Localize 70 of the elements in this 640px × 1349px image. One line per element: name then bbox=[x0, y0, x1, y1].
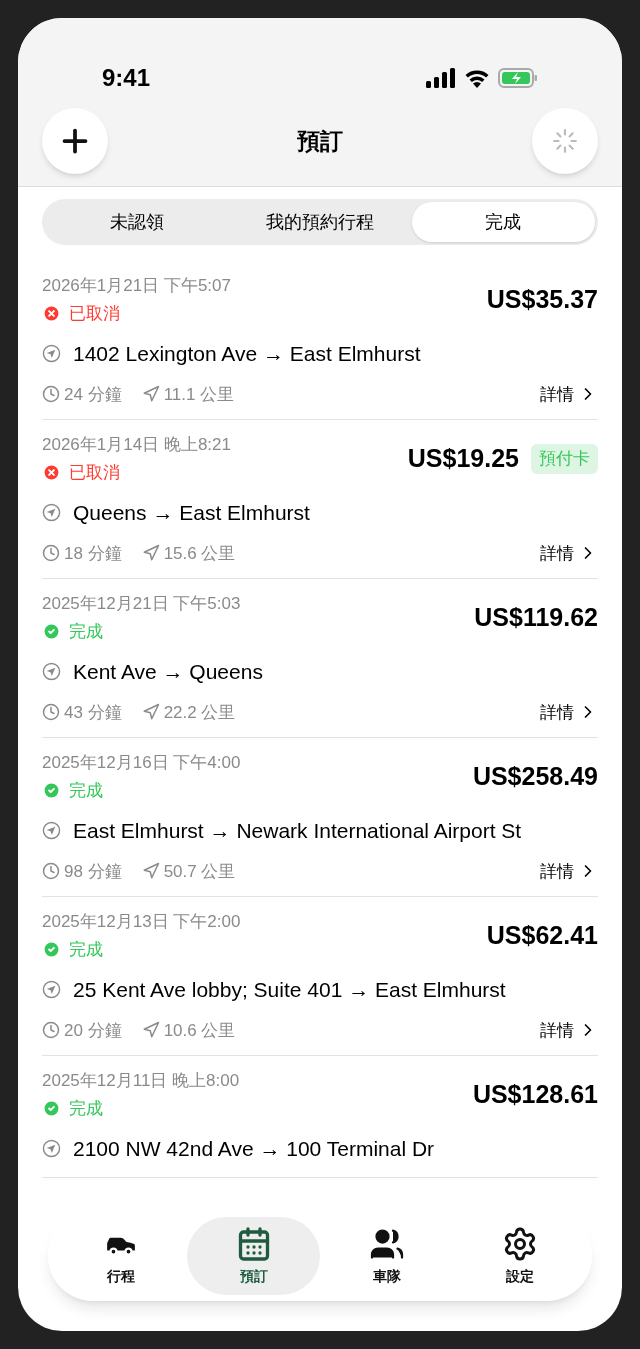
navigation-icon bbox=[42, 344, 61, 364]
details-link[interactable]: 詳情 bbox=[540, 699, 598, 725]
trip-duration: 43 分鐘 bbox=[64, 701, 122, 724]
navigation-icon bbox=[42, 662, 61, 682]
booking-price: US$19.25 bbox=[407, 443, 519, 474]
details-link[interactable]: 詳情 bbox=[540, 540, 598, 566]
add-button[interactable] bbox=[42, 108, 108, 174]
trip-duration: 18 分鐘 bbox=[64, 542, 122, 565]
booking-price: US$258.49 bbox=[472, 761, 598, 792]
wifi-icon bbox=[464, 68, 490, 88]
booking-price: US$128.61 bbox=[472, 1079, 598, 1110]
page-title: 預訂 bbox=[297, 126, 343, 156]
trip-duration: 98 分鐘 bbox=[64, 860, 122, 883]
status-label: 完成 bbox=[69, 620, 103, 643]
trip-duration: 24 分鐘 bbox=[64, 383, 122, 406]
booking-route: 25 Kent Ave lobby; Suite 401 → East Elmhurst bbox=[73, 977, 506, 1003]
navigation-icon bbox=[42, 1139, 61, 1159]
booking-route: Kent Ave → Queens bbox=[73, 659, 263, 685]
tab-bar-item[interactable]: 車隊 bbox=[320, 1217, 453, 1295]
prepaid-tag: 預付卡 bbox=[531, 444, 598, 474]
segment-tab[interactable]: 我的預約行程 bbox=[228, 202, 412, 242]
booking-price: US$119.62 bbox=[474, 602, 598, 633]
booking-datetime: 2026年1月21日 下午5:07 bbox=[42, 275, 231, 297]
trip-distance: 50.7 公里 bbox=[163, 860, 236, 883]
trip-distance: 15.6 公里 bbox=[163, 542, 236, 565]
arrow-icon bbox=[141, 862, 160, 881]
status-label: 已取消 bbox=[69, 302, 120, 325]
navigation-icon bbox=[42, 980, 61, 1000]
booking-price: US$35.37 bbox=[486, 284, 598, 315]
booking-route: 1402 Lexington Ave → East Elmhurst bbox=[73, 341, 421, 367]
booking-datetime: 2025年12月21日 下午5:03 bbox=[42, 593, 241, 615]
booking-route: 2100 NW 42nd Ave → 100 Terminal Dr bbox=[73, 1136, 435, 1162]
booking-datetime: 2026年1月14日 晚上8:21 bbox=[42, 434, 231, 456]
arrow-icon bbox=[141, 703, 160, 722]
signal-icon bbox=[426, 68, 456, 88]
booking-datetime: 2025年12月16日 下午4:00 bbox=[42, 752, 241, 774]
booking-datetime: 2025年12月11日 晚上8:00 bbox=[42, 1070, 240, 1092]
arrow-icon bbox=[141, 385, 160, 404]
tab-bar-item[interactable]: 設定 bbox=[453, 1217, 586, 1295]
segment-tab[interactable]: 完成 bbox=[411, 202, 595, 242]
details-link[interactable]: 詳情 bbox=[540, 1017, 598, 1043]
booking-route: Queens → East Elmhurst bbox=[73, 500, 310, 526]
status-time: 9:41 bbox=[102, 63, 151, 93]
details-link[interactable]: 詳情 bbox=[540, 381, 598, 407]
clock-icon bbox=[42, 1021, 60, 1040]
navigation-icon bbox=[42, 503, 61, 523]
booking-price: US$62.41 bbox=[486, 920, 598, 951]
clock-icon bbox=[42, 385, 60, 404]
trip-distance: 11.1 公里 bbox=[163, 383, 235, 406]
trip-duration: 20 分鐘 bbox=[64, 1019, 122, 1042]
tab-bar-item[interactable]: 預訂 bbox=[187, 1217, 320, 1295]
trip-distance: 10.6 公里 bbox=[163, 1019, 236, 1042]
details-link[interactable]: 詳情 bbox=[540, 858, 598, 884]
status-label: 完成 bbox=[69, 938, 103, 961]
trip-distance: 22.2 公里 bbox=[163, 701, 236, 724]
booking-datetime: 2025年12月13日 下午2:00 bbox=[42, 911, 241, 933]
clock-icon bbox=[42, 544, 60, 563]
clock-icon bbox=[42, 862, 60, 881]
arrow-icon bbox=[141, 1021, 160, 1040]
clock-icon bbox=[42, 703, 60, 722]
status-label: 完成 bbox=[69, 779, 103, 802]
battery-icon bbox=[498, 68, 538, 88]
segment-tab[interactable]: 未認領 bbox=[45, 202, 229, 242]
arrow-icon bbox=[141, 544, 160, 563]
tab-bar-item[interactable]: 行程 bbox=[54, 1217, 187, 1295]
status-label: 完成 bbox=[69, 1097, 103, 1120]
status-label: 已取消 bbox=[69, 461, 120, 484]
booking-route: East Elmhurst → Newark International Airport St bbox=[73, 818, 522, 844]
spinner-icon bbox=[552, 128, 578, 154]
navigation-icon bbox=[42, 821, 61, 841]
